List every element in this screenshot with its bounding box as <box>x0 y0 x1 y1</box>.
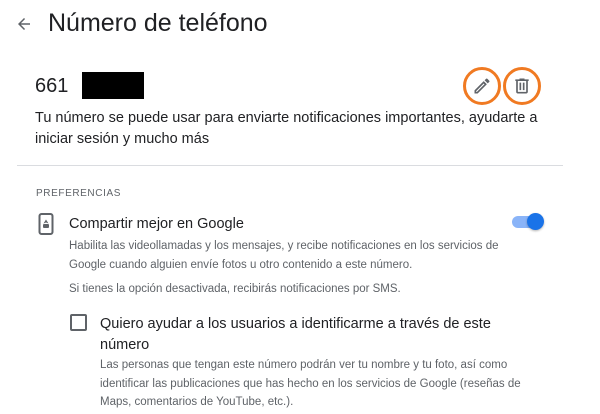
phone-share-icon <box>38 213 54 235</box>
share-better-description: Habilita las videollamadas y los mensaje… <box>69 240 499 271</box>
share-better-toggle[interactable] <box>510 213 544 231</box>
identify-me-checkbox[interactable] <box>70 314 87 331</box>
identify-me-label: Quiero ayudar a los usuarios a identific… <box>100 316 491 353</box>
pencil-icon <box>474 78 490 94</box>
redacted-phone-digits <box>82 72 144 99</box>
preferences-section-label: PREFERENCIAS <box>36 188 121 199</box>
toggle-thumb <box>527 213 544 230</box>
back-button[interactable] <box>8 8 40 40</box>
trash-icon <box>515 78 529 94</box>
sms-note: Si tienes la opción desactivada, recibir… <box>69 283 401 295</box>
phone-number-prefix: 661 <box>35 75 69 97</box>
identify-me-description: Las personas que tengan este número podr… <box>100 359 521 408</box>
delete-phone-button[interactable] <box>503 67 541 105</box>
share-better-title: Compartir mejor en Google <box>69 216 244 232</box>
page-title: Número de teléfono <box>48 9 268 37</box>
phone-description: Tu número se puede usar para enviarte no… <box>35 110 538 147</box>
section-divider <box>17 165 563 166</box>
arrow-back-icon <box>18 18 30 30</box>
edit-phone-button[interactable] <box>463 67 501 105</box>
